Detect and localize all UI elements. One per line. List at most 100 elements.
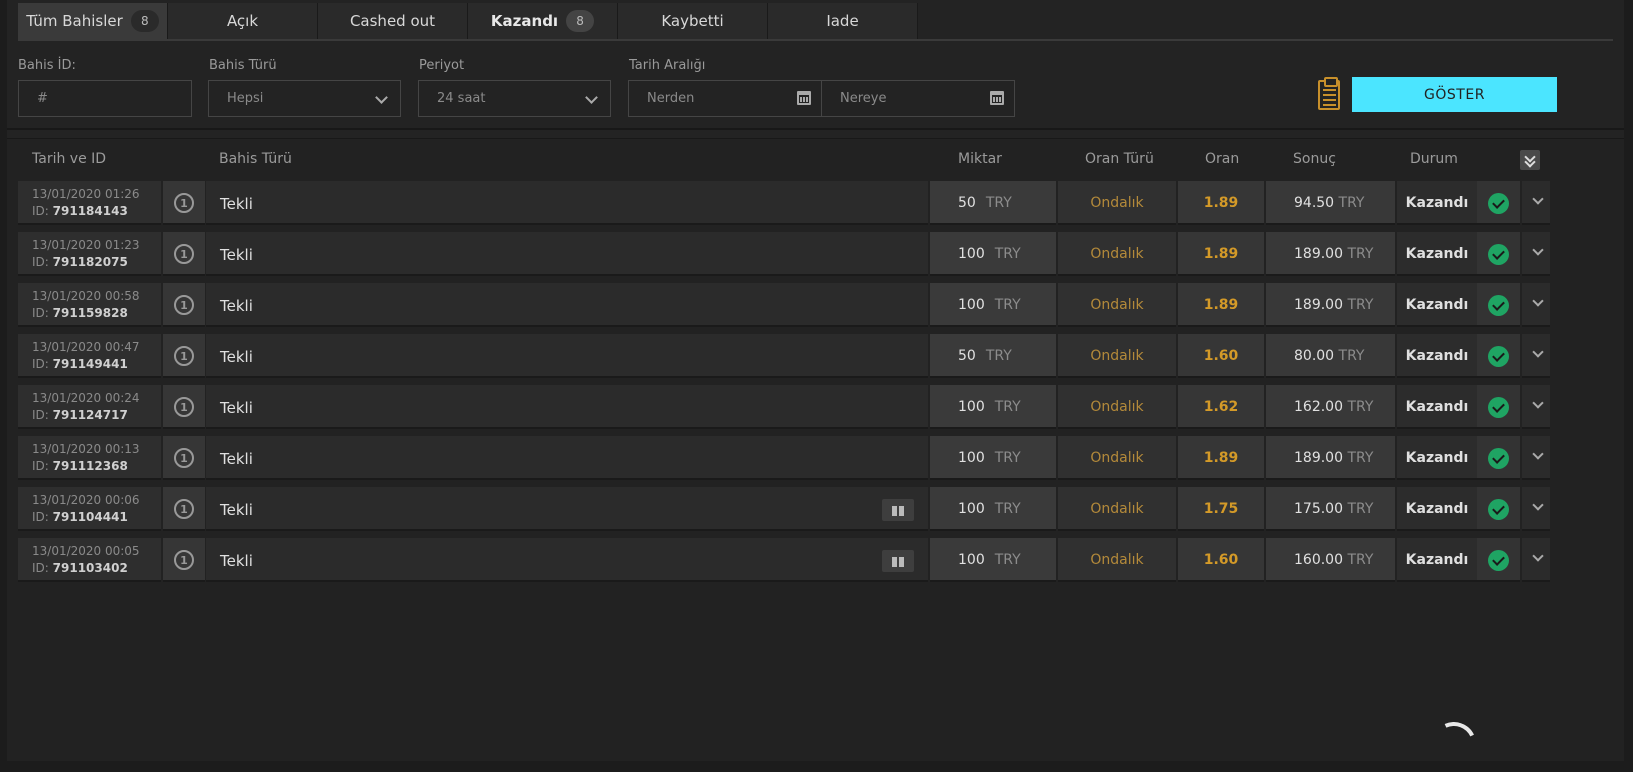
bet-type-select[interactable]: Hepsi: [208, 80, 401, 117]
result-cell: 162.00 TRY: [1266, 385, 1395, 429]
tab-label: Tüm Bahisler: [26, 12, 123, 30]
bet-id: ID: 791159828: [32, 305, 161, 322]
currency: TRY: [1338, 195, 1365, 211]
check-circle-icon: [1488, 397, 1509, 418]
expand-row-button[interactable]: [1522, 181, 1550, 225]
odds-type-cell: Ondalık: [1058, 436, 1176, 480]
single-bet-icon: 1: [174, 295, 194, 315]
currency: TRY: [994, 399, 1021, 415]
table-row[interactable]: 13/01/2020 00:58 ID: 791159828 1 Tekli 100 TR…: [18, 283, 1611, 329]
expand-row-button[interactable]: [1522, 232, 1550, 276]
bet-date: 13/01/2020 00:47: [32, 340, 140, 354]
bet-type-cell: Tekli: [206, 436, 928, 480]
table-row[interactable]: 13/01/2020 01:26 ID: 791184143 1 Tekli 50 TRY…: [18, 181, 1611, 227]
bet-id: ID: 791112368: [32, 458, 161, 475]
table-row[interactable]: 13/01/2020 00:13 ID: 791112368 1 Tekli 100 TR…: [18, 436, 1611, 482]
amount-value: 50: [958, 195, 976, 211]
tab-cashed-out[interactable]: Cashed out: [318, 3, 468, 39]
currency: TRY: [985, 348, 1012, 364]
tab-label: Kaybetti: [661, 12, 724, 30]
date-from-placeholder: Nerden: [647, 91, 695, 106]
date-range-label: Tarih Aralığı: [629, 58, 706, 73]
calendar-icon[interactable]: [990, 91, 1004, 105]
status-icon-cell: [1477, 334, 1520, 378]
col-header-bet-type: Bahis Türü: [219, 151, 292, 167]
bet-type-cell: Tekli: [206, 283, 928, 327]
tab-all-bets[interactable]: Tüm Bahisler 8: [18, 3, 168, 39]
calendar-icon[interactable]: [797, 91, 811, 105]
status-cell: Kazandı: [1397, 385, 1477, 429]
date-to-input[interactable]: Nereye: [821, 80, 1015, 117]
odds-cell: 1.89: [1178, 181, 1264, 225]
currency: TRY: [1338, 348, 1365, 364]
date-id-cell: 13/01/2020 00:06 ID: 791104441: [18, 487, 161, 531]
amount-cell: 100 TRY: [930, 385, 1056, 429]
bet-date: 13/01/2020 00:58: [32, 289, 140, 303]
odds-cell: 1.75: [1178, 487, 1264, 531]
currency: TRY: [994, 297, 1021, 313]
odds-type-cell: Ondalık: [1058, 232, 1176, 276]
bet-id-value: 791112368: [52, 459, 128, 473]
result-cell: 189.00 TRY: [1266, 283, 1395, 327]
status-icon-cell: [1477, 232, 1520, 276]
odds-type-cell: Ondalık: [1058, 487, 1176, 531]
status-cell: Kazandı: [1397, 487, 1477, 531]
selection-count-cell: 1: [163, 181, 205, 225]
chevron-down-icon: [1532, 193, 1544, 205]
bet-id-value: 791159828: [52, 306, 128, 320]
expand-row-button[interactable]: [1522, 538, 1550, 582]
odds-cell: 1.60: [1178, 334, 1264, 378]
table-row[interactable]: 13/01/2020 01:23 ID: 791182075 1 Tekli 100 TR…: [18, 232, 1611, 278]
expand-row-button[interactable]: [1522, 385, 1550, 429]
result-value: 189.00: [1294, 297, 1343, 313]
status-icon-cell: [1477, 283, 1520, 327]
date-id-cell: 13/01/2020 01:23 ID: 791182075: [18, 232, 161, 276]
bet-id-input[interactable]: #: [18, 80, 192, 117]
single-bet-icon: 1: [174, 244, 194, 264]
amount-value: 100: [958, 552, 985, 568]
expand-row-button[interactable]: [1522, 436, 1550, 480]
gift-icon[interactable]: [882, 499, 914, 521]
table-row[interactable]: 13/01/2020 00:47 ID: 791149441 1 Tekli 50 TRY…: [18, 334, 1611, 380]
gift-icon[interactable]: [882, 550, 914, 572]
single-bet-icon: 1: [174, 193, 194, 213]
chevron-down-icon: [1532, 448, 1544, 460]
chevron-down-icon: [585, 91, 598, 104]
period-value: 24 saat: [437, 91, 486, 106]
expand-all-icon[interactable]: [1520, 150, 1540, 170]
status-icon-cell: [1477, 487, 1520, 531]
result-value: 175.00: [1294, 501, 1343, 517]
tab-open[interactable]: Açık: [168, 3, 318, 39]
table-row[interactable]: 13/01/2020 00:06 ID: 791104441 1 Tekli 100 TR…: [18, 487, 1611, 533]
bet-id-value: 791149441: [52, 357, 128, 371]
tab-label: Iade: [826, 12, 859, 30]
table-row[interactable]: 13/01/2020 00:24 ID: 791124717 1 Tekli 100 TR…: [18, 385, 1611, 431]
bet-date: 13/01/2020 01:23: [32, 238, 140, 252]
amount-cell: 100 TRY: [930, 232, 1056, 276]
period-select[interactable]: 24 saat: [418, 80, 611, 117]
table-row[interactable]: 13/01/2020 00:05 ID: 791103402 1 Tekli 100 TR…: [18, 538, 1611, 584]
bet-type-cell: Tekli: [206, 232, 928, 276]
bet-history-panel: Tüm Bahisler 8 Açık Cashed out Kazandı 8…: [7, 0, 1624, 772]
clipboard-icon[interactable]: [1318, 77, 1340, 110]
chevron-down-icon: [1532, 346, 1544, 358]
expand-row-button[interactable]: [1522, 487, 1550, 531]
date-id-cell: 13/01/2020 01:26 ID: 791184143: [18, 181, 161, 225]
currency: TRY: [1347, 246, 1374, 262]
id-prefix: ID:: [32, 561, 49, 575]
expand-row-button[interactable]: [1522, 334, 1550, 378]
expand-row-button[interactable]: [1522, 283, 1550, 327]
date-from-input[interactable]: Nerden: [628, 80, 822, 117]
tab-refund[interactable]: Iade: [768, 3, 918, 39]
show-button[interactable]: GÖSTER: [1352, 77, 1557, 112]
bet-id: ID: 791182075: [32, 254, 161, 271]
date-id-cell: 13/01/2020 00:58 ID: 791159828: [18, 283, 161, 327]
tab-won[interactable]: Kazandı 8: [468, 3, 618, 39]
col-header-odds: Oran: [1205, 151, 1240, 167]
result-value: 189.00: [1294, 246, 1343, 262]
odds-cell: 1.62: [1178, 385, 1264, 429]
status-icon-cell: [1477, 181, 1520, 225]
result-cell: 189.00 TRY: [1266, 436, 1395, 480]
bet-date: 13/01/2020 00:05: [32, 544, 140, 558]
tab-lost[interactable]: Kaybetti: [618, 3, 768, 39]
